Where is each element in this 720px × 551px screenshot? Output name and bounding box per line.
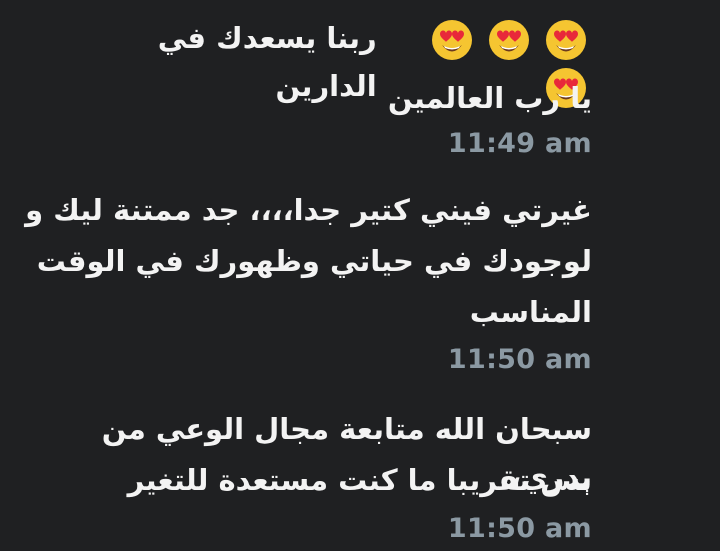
message-2-timestamp: 11:50 am <box>447 344 592 375</box>
message-1-timestamp: 11:49 am <box>447 128 592 159</box>
heart-eyes-emoji-icon <box>546 20 586 60</box>
heart-eyes-emoji-icon <box>488 20 529 60</box>
message-3-timestamp: 11:50 am <box>447 513 592 544</box>
message-2-line-1: غيرتي فيني كتير جدا،،،، جد ممتنة ليك و <box>25 193 592 227</box>
message-1-line-2: يا رب العالمين <box>387 81 592 115</box>
message-2-line-2: لوجودك في حياتي وظهورك في الوقت <box>36 244 592 278</box>
message-2-line-3: المناسب <box>469 295 592 329</box>
heart-eyes-emoji-icon <box>431 20 472 60</box>
message-3-line-2: بس تقريبا ما كنت مستعدة للتغير <box>127 463 592 497</box>
